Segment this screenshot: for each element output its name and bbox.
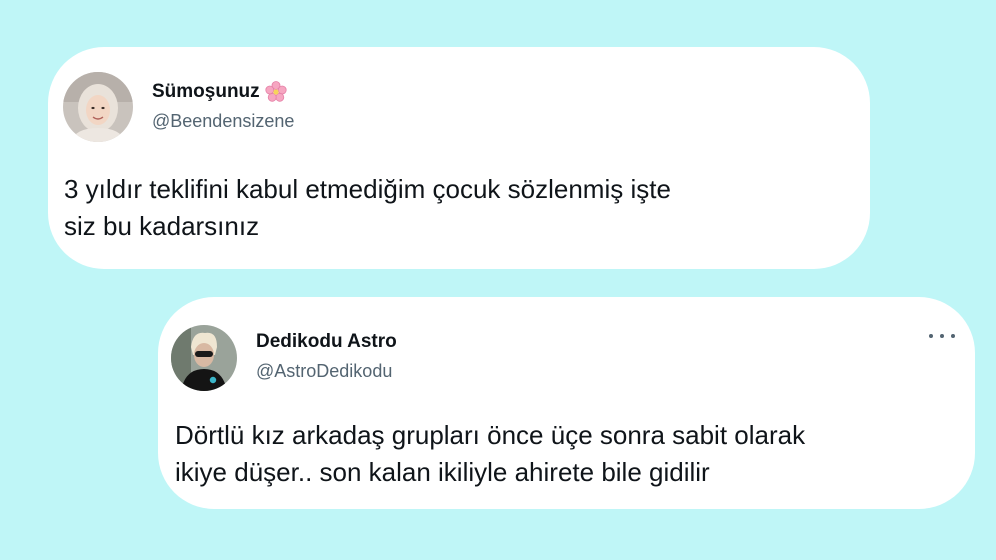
avatar[interactable] — [63, 72, 133, 142]
user-photo-icon — [171, 325, 237, 391]
tweet-text: 3 yıldır teklifini kabul etmediğim çocuk… — [64, 171, 864, 245]
tweet-text-line: 3 yıldır teklifini kabul etmediğim çocuk… — [64, 174, 671, 204]
display-name[interactable]: Dedikodu Astro — [256, 331, 397, 353]
tweet-card[interactable]: Sümoşunuz @Beendensizene 3 yıldır teklif… — [48, 47, 870, 269]
user-photo-icon — [63, 72, 133, 142]
user-handle[interactable]: @Beendensizene — [152, 111, 294, 132]
dot — [951, 334, 955, 338]
tweet-text: Dörtlü kız arkadaş grupları önce üçe son… — [175, 417, 965, 491]
cherry-blossom-icon — [265, 81, 287, 102]
user-handle[interactable]: @AstroDedikodu — [256, 361, 392, 382]
avatar[interactable] — [171, 325, 237, 391]
more-options-icon[interactable] — [929, 329, 955, 343]
tweet-card[interactable]: Dedikodu Astro @AstroDedikodu Dörtlü kız… — [158, 297, 975, 509]
display-name[interactable]: Sümoşunuz — [152, 80, 288, 104]
dot — [940, 334, 944, 338]
tweet-text-line: ikiye düşer.. son kalan ikiliyle ahirete… — [175, 457, 710, 487]
tweet-text-line: siz bu kadarsınız — [64, 211, 260, 241]
tweet-text-line: Dörtlü kız arkadaş grupları önce üçe son… — [175, 420, 806, 450]
dot — [929, 334, 933, 338]
